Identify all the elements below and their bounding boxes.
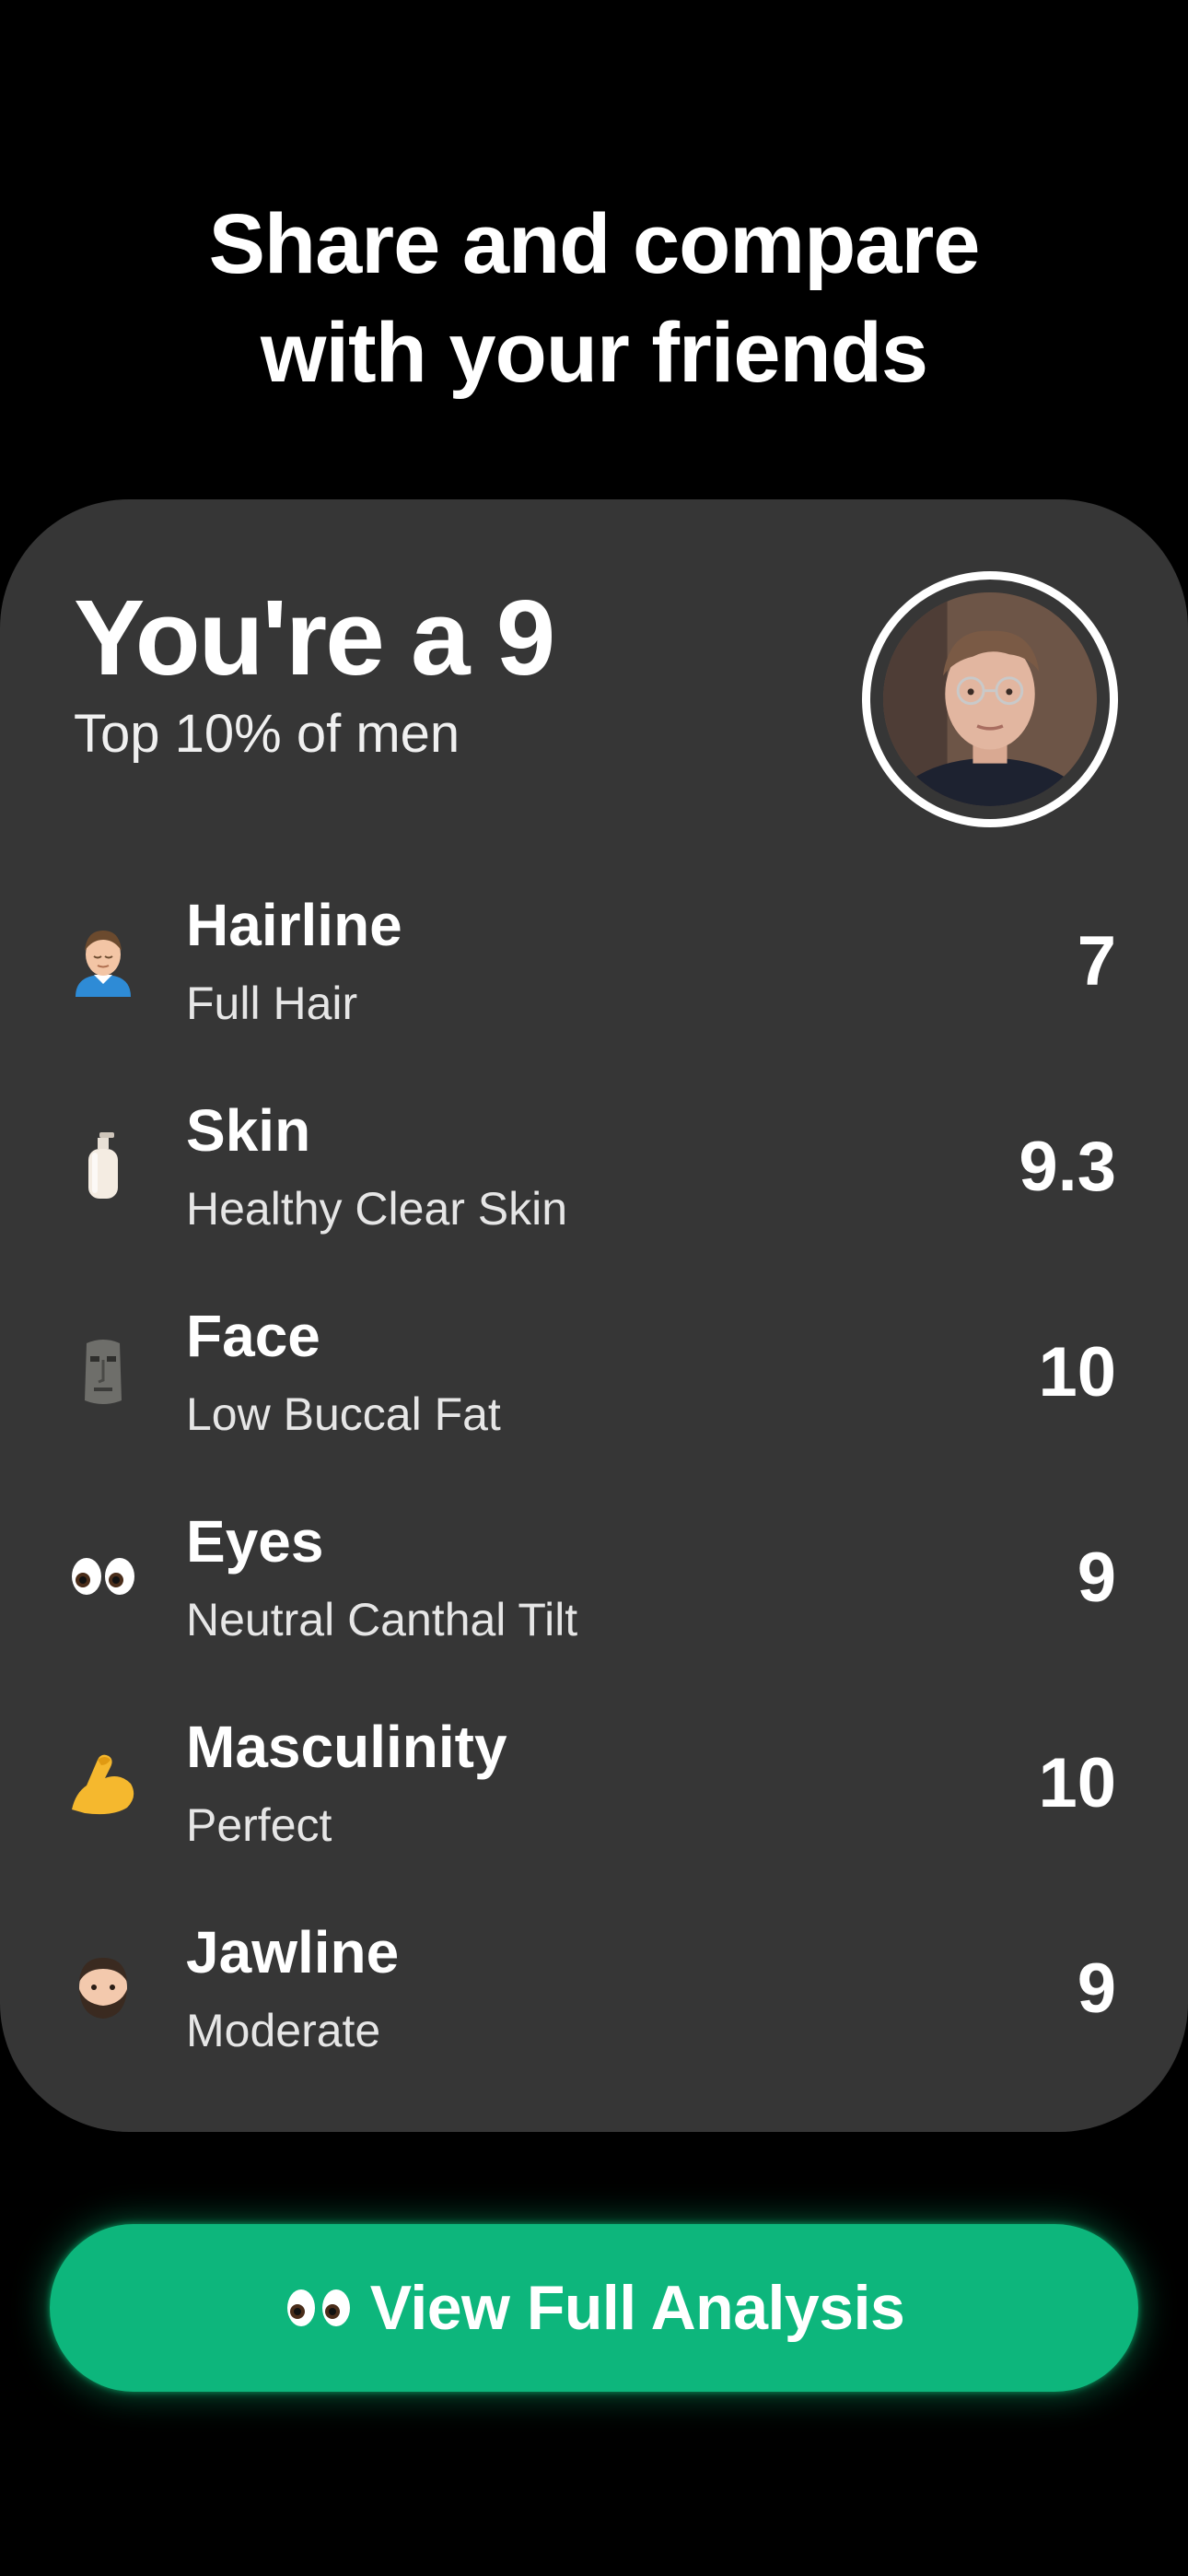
page-headline: Share and compare with your friends [0, 190, 1188, 407]
category-subtitle: Healthy Clear Skin [186, 1183, 568, 1235]
man-getting-haircut-icon [66, 923, 140, 997]
category-score: 10 [1038, 1333, 1116, 1411]
flexed-biceps-icon [66, 1745, 140, 1819]
category-subtitle: Moderate [186, 2005, 381, 2056]
category-score: 10 [1038, 1744, 1116, 1822]
category-row-skin: Skin Healthy Clear Skin 9.3 [0, 1092, 1188, 1297]
category-list: Hairline Full Hair 7 Skin Healthy Clear … [0, 886, 1188, 2119]
moai-icon [66, 1334, 140, 1408]
eyes-icon [286, 2289, 350, 2326]
category-row-masculinity: Masculinity Perfect 10 [0, 1708, 1188, 1914]
category-title: Skin [186, 1097, 311, 1164]
category-title: Face [186, 1303, 320, 1369]
category-subtitle: Neutral Canthal Tilt [186, 1594, 578, 1645]
overall-score-subtitle: Top 10% of men [74, 704, 460, 764]
category-subtitle: Perfect [186, 1799, 332, 1851]
lotion-bottle-icon [66, 1129, 140, 1202]
category-score: 7 [1077, 922, 1116, 1001]
category-row-eyes: Eyes Neutral Canthal Tilt 9 [0, 1503, 1188, 1708]
profile-photo [883, 592, 1097, 806]
view-full-analysis-button[interactable]: View Full Analysis [50, 2224, 1138, 2392]
category-title: Jawline [186, 1919, 400, 1985]
category-subtitle: Full Hair [186, 978, 358, 1029]
category-score: 9 [1077, 1539, 1116, 1617]
category-row-face: Face Low Buccal Fat 10 [0, 1297, 1188, 1503]
headline-line-1: Share and compare [208, 197, 981, 291]
category-score: 9.3 [1019, 1128, 1116, 1206]
category-row-hairline: Hairline Full Hair 7 [0, 886, 1188, 1092]
category-title: Eyes [186, 1508, 324, 1575]
profile-avatar [862, 571, 1118, 827]
view-full-analysis-label: View Full Analysis [369, 2273, 905, 2343]
overall-score-title: You're a 9 [74, 578, 555, 697]
bearded-person-icon [66, 1950, 140, 2024]
headline-line-2: with your friends [260, 306, 928, 400]
category-title: Masculinity [186, 1714, 507, 1780]
category-score: 9 [1077, 1950, 1116, 2028]
category-subtitle: Low Buccal Fat [186, 1388, 501, 1440]
eyes-icon [66, 1540, 140, 1613]
category-row-jawline: Jawline Moderate 9 [0, 1914, 1188, 2119]
profile-photo-illustration [883, 592, 1097, 806]
category-title: Hairline [186, 892, 402, 958]
rating-card: You're a 9 Top 10% of men Hairline Full … [0, 499, 1188, 2132]
